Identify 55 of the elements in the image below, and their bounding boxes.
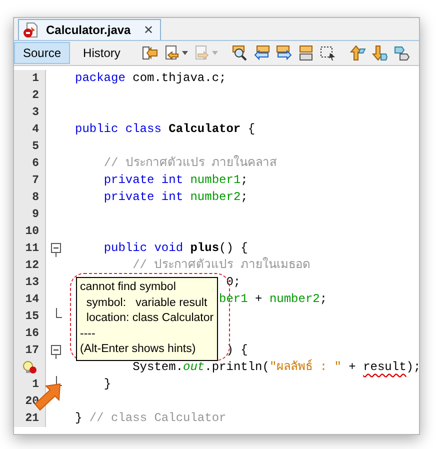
selection-icon xyxy=(320,45,336,61)
line-number: 21 xyxy=(14,410,46,427)
line-number: 14 xyxy=(14,291,46,308)
line-number: 11 xyxy=(14,240,46,257)
line-number: 16 xyxy=(14,325,46,342)
line-number: 12 xyxy=(14,257,46,274)
code-line: package com.thjava.c; xyxy=(75,71,226,85)
line-number: 2 xyxy=(14,87,46,104)
toolbar-button[interactable] xyxy=(253,43,272,63)
right-arrow-icon xyxy=(276,45,292,61)
down-arrow-icon xyxy=(372,45,388,61)
up-arrow-icon xyxy=(350,45,366,61)
line-number: 1 xyxy=(14,376,46,393)
line-number: 10 xyxy=(14,223,46,240)
code-line: System.out.println("ผลลัพธ์ : " + result); xyxy=(132,360,419,374)
code-line: ber1 + number2; xyxy=(219,292,328,306)
back-icon xyxy=(164,45,180,61)
line-number: 3 xyxy=(14,104,46,121)
line-number: 9 xyxy=(14,206,46,223)
error-bulb-icon[interactable] xyxy=(22,360,36,375)
bookmark-icon xyxy=(394,45,410,61)
code-line: public void plus() { xyxy=(104,241,248,255)
code-line: } xyxy=(104,377,112,391)
code-line: // ประกาศตัวแปร ภายในเมธอด xyxy=(132,258,310,272)
toolbar-button[interactable] xyxy=(275,43,294,63)
toolbar-button[interactable] xyxy=(231,43,250,63)
close-icon[interactable]: ✕ xyxy=(144,23,154,37)
forward-icon xyxy=(194,45,210,61)
line-number: 4 xyxy=(14,121,46,138)
view-tab[interactable]: History xyxy=(74,42,130,64)
last-edit-icon xyxy=(142,45,158,61)
line-number: 6 xyxy=(14,155,46,172)
code-line: public class Calculator { xyxy=(75,122,256,136)
collapse-icon[interactable] xyxy=(51,345,62,359)
toolbar-button[interactable] xyxy=(163,43,190,63)
collapse-icon[interactable] xyxy=(51,243,62,257)
line-number: 15 xyxy=(14,308,46,325)
line-number: 13 xyxy=(14,274,46,291)
error-tooltip: cannot find symbol symbol: variable result location: class Calculator ---- (Alt-Enter shows hints) xyxy=(76,277,218,360)
highlight-icon xyxy=(298,45,314,61)
line-number: 5 xyxy=(14,138,46,155)
code-line: // ประกาศตัวแปร ภายในคลาส xyxy=(104,156,277,170)
line-number: 17 xyxy=(14,342,46,359)
code-line: private int number1; xyxy=(104,173,248,187)
code-line: } // class Calculator xyxy=(75,411,226,425)
search-icon xyxy=(232,45,248,61)
code-line: 0; xyxy=(226,275,241,289)
view-tab[interactable]: Source xyxy=(14,42,70,64)
left-arrow-icon xyxy=(254,45,270,61)
file-tab[interactable]: Calculator.java ✕ xyxy=(18,19,161,40)
line-number: 1 xyxy=(14,70,46,87)
code-line: private int number2; xyxy=(104,190,248,204)
line-number: 8 xyxy=(14,189,46,206)
toolbar-button[interactable] xyxy=(297,43,316,63)
line-number: 7 xyxy=(14,172,46,189)
